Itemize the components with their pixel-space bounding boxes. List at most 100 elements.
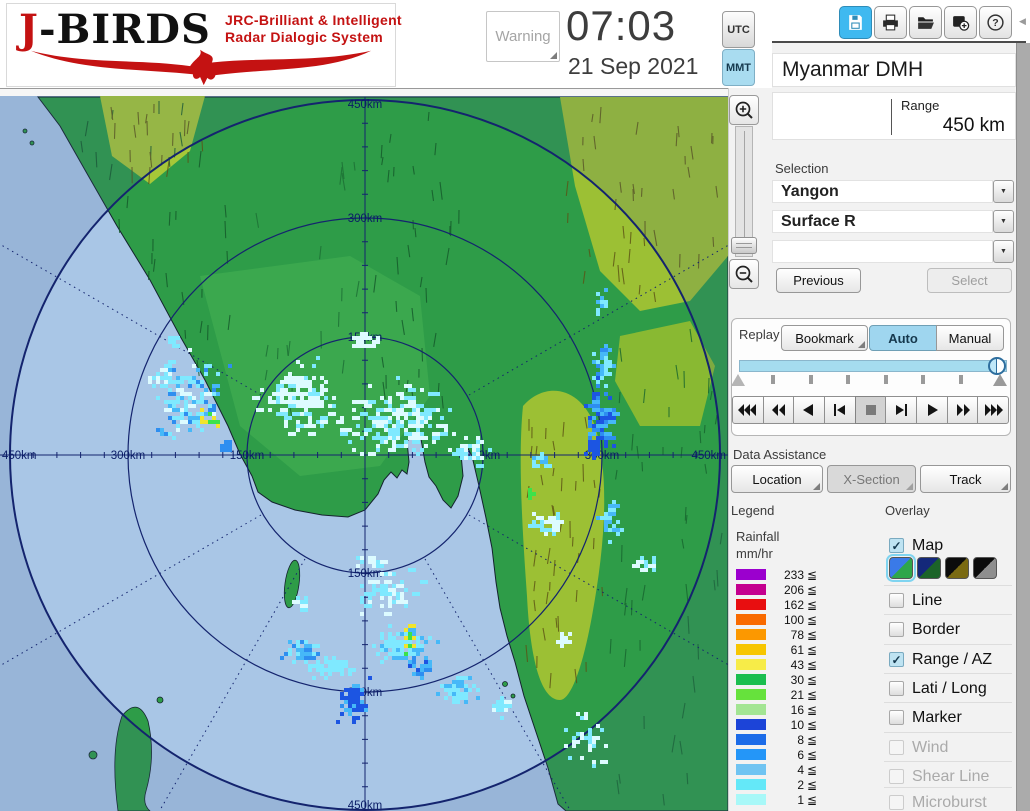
zoom-slider-thumb[interactable] xyxy=(731,237,757,254)
legend-value: 2 xyxy=(797,777,804,792)
checkbox-border[interactable] xyxy=(889,622,904,637)
clock-date: 21 Sep 2021 xyxy=(568,53,699,79)
map-style-swatch-3[interactable] xyxy=(945,557,969,579)
legend-color-swatch xyxy=(736,794,766,805)
transport-rew2-button[interactable] xyxy=(762,396,795,424)
range-divider xyxy=(891,99,892,135)
selection-site-field[interactable]: Yangon xyxy=(772,180,993,203)
map-style-swatch-1[interactable] xyxy=(886,554,916,582)
logo-tagline-1: JRC-Brilliant & Intelligent xyxy=(225,12,402,28)
step-start-icon xyxy=(833,404,845,416)
selection-label: Selection xyxy=(775,161,829,176)
selection-site-dropdown-arrow[interactable]: ▼ xyxy=(993,180,1014,203)
legend-lte-symbol: ≦ xyxy=(807,672,818,687)
save-button[interactable] xyxy=(839,6,872,39)
overlay-item-label: Line xyxy=(912,591,943,609)
selection-product-field[interactable]: Surface R xyxy=(772,210,993,233)
svg-text:450km: 450km xyxy=(691,450,726,462)
replay-progress-track[interactable] xyxy=(739,360,1007,372)
zoom-out-button[interactable] xyxy=(729,259,759,289)
back-icon xyxy=(803,404,814,416)
legend-lte-symbol: ≦ xyxy=(807,687,818,702)
zoom-in-icon xyxy=(735,101,753,119)
clock-time: 07:03 xyxy=(566,2,677,49)
legend-color-swatch xyxy=(736,584,766,595)
print-icon xyxy=(883,14,898,31)
warning-button[interactable]: Warning xyxy=(486,11,560,62)
replay-tick xyxy=(883,375,888,384)
station-name: Myanmar DMH xyxy=(772,53,1016,87)
mmt-toggle-button[interactable]: MMT xyxy=(722,49,755,86)
legend-entry: 206 ≦ xyxy=(736,582,817,597)
checkbox-map[interactable]: ✓ xyxy=(889,538,904,553)
legend-color-swatch xyxy=(736,674,766,685)
map-style-swatch-2[interactable] xyxy=(917,557,941,579)
legend-entry: 4 ≦ xyxy=(736,762,817,777)
da-location-button[interactable]: Location xyxy=(731,465,823,493)
legend-entry: 100 ≦ xyxy=(736,612,817,627)
print-button[interactable] xyxy=(874,6,907,39)
eagle-icon xyxy=(30,49,372,86)
checkbox-marker[interactable] xyxy=(889,710,904,725)
transport-stop-button[interactable] xyxy=(854,396,887,424)
overlay-label: Overlay xyxy=(885,503,930,518)
transport-step-start-button[interactable] xyxy=(824,396,856,424)
overlay-item-label: Shear Line xyxy=(912,767,990,785)
transport-step-end-button[interactable] xyxy=(885,396,918,424)
transport-rew3-button[interactable] xyxy=(732,396,764,424)
replay-progress-handle[interactable] xyxy=(988,357,1006,375)
help-button[interactable]: ? xyxy=(979,6,1012,39)
select-button[interactable]: Select xyxy=(927,268,1012,293)
capture-add-button[interactable] xyxy=(944,6,977,39)
transport-back-button[interactable] xyxy=(793,396,826,424)
legend-value: 162 xyxy=(783,597,804,612)
checkbox-lati-long[interactable] xyxy=(889,681,904,696)
selection-extra-field[interactable] xyxy=(772,240,993,263)
legend-value: 4 xyxy=(797,762,804,777)
map-style-swatch-4[interactable] xyxy=(973,557,997,579)
legend-entry: 8 ≦ xyxy=(736,732,817,747)
legend-entry: 78 ≦ xyxy=(736,627,817,642)
save-icon xyxy=(849,15,862,30)
previous-button[interactable]: Previous xyxy=(776,268,861,293)
transport-ff2-button[interactable] xyxy=(946,396,979,424)
selection-product-dropdown-arrow[interactable]: ▼ xyxy=(993,210,1014,233)
overlay-row-line: Line xyxy=(884,585,1012,615)
legend-color-swatch xyxy=(736,704,766,715)
legend-lte-symbol: ≦ xyxy=(807,582,818,597)
zoom-out-icon xyxy=(735,265,753,283)
legend-entry: 30 ≦ xyxy=(736,672,817,687)
utc-toggle-button[interactable]: UTC xyxy=(722,11,755,48)
legend-value: 30 xyxy=(790,672,804,687)
transport-play-button[interactable] xyxy=(916,396,948,424)
ff2-icon xyxy=(956,404,970,416)
open-folder-icon xyxy=(918,17,934,29)
open-folder-button[interactable] xyxy=(909,6,942,39)
zoom-in-button[interactable] xyxy=(729,95,759,125)
da-x-section-button[interactable]: X-Section xyxy=(827,465,916,493)
manual-mode-button[interactable]: Manual xyxy=(936,325,1004,351)
auto-mode-button[interactable]: Auto xyxy=(869,325,937,351)
da-track-button[interactable]: Track xyxy=(920,465,1011,493)
replay-end-marker[interactable] xyxy=(993,374,1007,386)
range-value: 450 km xyxy=(942,115,1005,136)
checkbox-range-az[interactable]: ✓ xyxy=(889,652,904,667)
panel-collapse-arrow[interactable]: ◀ xyxy=(1019,16,1026,27)
legend-value: 61 xyxy=(790,642,804,657)
legend-color-swatch xyxy=(736,629,766,640)
svg-text:?: ? xyxy=(992,17,998,29)
legend-lte-symbol: ≦ xyxy=(807,732,818,747)
transport-ff3-button[interactable] xyxy=(977,396,1010,424)
selection-extra-dropdown-arrow[interactable]: ▼ xyxy=(993,240,1014,263)
legend-title-unit: mm/hr xyxy=(736,546,773,561)
checkbox-line[interactable] xyxy=(889,593,904,608)
bookmark-button[interactable]: Bookmark xyxy=(781,325,868,351)
map-top-strip xyxy=(0,88,728,96)
replay-start-marker[interactable] xyxy=(731,374,745,386)
capture-add-icon xyxy=(953,16,970,31)
legend-entry: 43 ≦ xyxy=(736,657,817,672)
legend-entry: 1 ≦ xyxy=(736,792,817,807)
radar-map[interactable]: 450km300km150km150km300km450km450km300km… xyxy=(0,96,728,811)
legend-color-swatch xyxy=(736,599,766,610)
overlay-item-label: Border xyxy=(912,620,961,638)
